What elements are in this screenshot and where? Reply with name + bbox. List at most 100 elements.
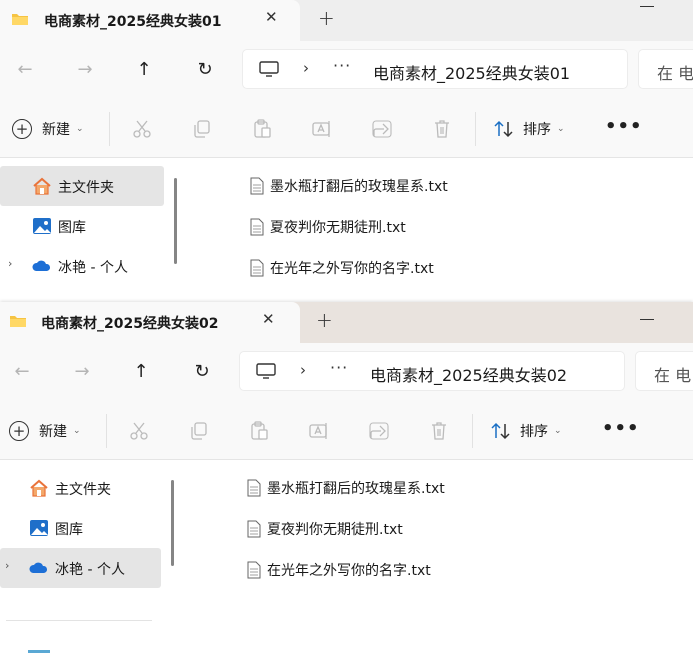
new-button[interactable]: + 新建 ⌄ bbox=[12, 118, 84, 140]
gallery-icon bbox=[33, 218, 51, 234]
sort-button[interactable]: 排序 ⌄ bbox=[490, 420, 562, 442]
chevron-down-icon: ⌄ bbox=[554, 426, 562, 436]
up-arrow-icon[interactable]: ↑ bbox=[132, 57, 156, 81]
tab-active[interactable]: 电商素材_2025经典女装01 ✕ bbox=[0, 0, 300, 41]
cut-icon[interactable] bbox=[131, 118, 153, 140]
new-button[interactable]: + 新建 ⌄ bbox=[9, 420, 81, 442]
divider bbox=[109, 112, 110, 146]
close-tab-icon[interactable]: ✕ bbox=[265, 8, 278, 26]
file-name: 在光年之外写你的名字.txt bbox=[267, 563, 431, 579]
command-bar: + 新建 ⌄ 排序 ⌄ ••• bbox=[0, 98, 693, 158]
chevron-down-icon: ⌄ bbox=[557, 124, 565, 134]
refresh-icon[interactable]: ↻ bbox=[190, 359, 214, 383]
forward-arrow-icon[interactable]: → bbox=[70, 359, 94, 383]
minimize-button[interactable] bbox=[640, 6, 654, 7]
file-list: 墨水瓶打翻后的玫瑰星系.txt 夏夜判你无期徒刑.txt 在光年之外写你的名字.… bbox=[181, 460, 690, 653]
file-name: 夏夜判你无期徒刑.txt bbox=[270, 220, 406, 236]
paste-icon[interactable] bbox=[251, 118, 273, 140]
home-icon bbox=[33, 177, 51, 195]
file-name: 夏夜判你无期徒刑.txt bbox=[267, 522, 403, 538]
rename-icon[interactable] bbox=[308, 420, 330, 442]
file-item[interactable]: 在光年之外写你的名字.txt bbox=[247, 558, 431, 582]
share-icon[interactable] bbox=[371, 118, 393, 140]
sidebar-item-home[interactable]: 主文件夹 bbox=[0, 468, 161, 508]
address-bar[interactable]: › ··· 电商素材_2025经典女装01 bbox=[242, 49, 628, 89]
more-options-icon[interactable]: ••• bbox=[602, 418, 640, 439]
chevron-down-icon: ⌄ bbox=[73, 426, 81, 436]
text-file-icon bbox=[250, 177, 264, 195]
sort-arrows-icon bbox=[491, 422, 510, 440]
up-arrow-icon[interactable]: ↑ bbox=[129, 359, 153, 383]
file-item[interactable]: 在光年之外写你的名字.txt bbox=[250, 256, 434, 280]
sidebar-item-label: 图库 bbox=[58, 220, 86, 236]
back-arrow-icon[interactable]: ← bbox=[13, 57, 37, 81]
delete-icon[interactable] bbox=[428, 420, 450, 442]
copy-icon[interactable] bbox=[188, 420, 210, 442]
search-placeholder: 在 电 bbox=[654, 366, 692, 385]
sidebar-item-gallery[interactable]: 图库 bbox=[0, 508, 161, 548]
divider bbox=[472, 414, 473, 448]
more-horizontal-icon[interactable]: ··· bbox=[330, 358, 348, 377]
onedrive-cloud-icon bbox=[32, 260, 51, 271]
plus-circle-icon: + bbox=[12, 119, 32, 139]
chevron-right-icon[interactable]: › bbox=[8, 257, 12, 270]
tab-title: 电商素材_2025经典女装01 bbox=[44, 14, 222, 30]
file-name: 墨水瓶打翻后的玫瑰星系.txt bbox=[267, 481, 445, 497]
sidebar-item-label: 主文件夹 bbox=[55, 482, 111, 498]
sidebar-item-onedrive[interactable]: › 冰艳 - 个人 bbox=[0, 246, 164, 286]
file-item[interactable]: 夏夜判你无期徒刑.txt bbox=[247, 517, 403, 541]
explorer-window-1: 电商素材_2025经典女装01 ✕ + ← → ↑ ↻ › ··· 电商素材_2… bbox=[0, 0, 693, 302]
chevron-right-icon[interactable]: › bbox=[5, 559, 9, 572]
sidebar-item-onedrive[interactable]: › 冰艳 - 个人 bbox=[0, 548, 161, 588]
address-path[interactable]: 电商素材_2025经典女装02 bbox=[370, 362, 567, 386]
navigation-pane: 主文件夹 图库 › 冰艳 - 个人 bbox=[0, 158, 183, 302]
text-file-icon bbox=[247, 520, 261, 538]
refresh-icon[interactable]: ↻ bbox=[193, 57, 217, 81]
sort-label: 排序 bbox=[523, 122, 551, 138]
file-item[interactable]: 夏夜判你无期徒刑.txt bbox=[250, 215, 406, 239]
address-bar[interactable]: › ··· 电商素材_2025经典女装02 bbox=[239, 351, 625, 391]
close-tab-icon[interactable]: ✕ bbox=[262, 310, 275, 328]
sidebar-item-home[interactable]: 主文件夹 bbox=[0, 166, 164, 206]
tab-bar: 电商素材_2025经典女装02 ✕ + bbox=[0, 302, 693, 343]
command-bar: + 新建 ⌄ 排序 ⌄ ••• bbox=[0, 400, 693, 460]
more-options-icon[interactable]: ••• bbox=[605, 116, 643, 137]
explorer-window-2: 电商素材_2025经典女装02 ✕ + ← → ↑ ↻ › ··· 电商素材_2… bbox=[0, 302, 693, 653]
paste-icon[interactable] bbox=[248, 420, 270, 442]
text-file-icon bbox=[247, 561, 261, 579]
folder-icon bbox=[12, 14, 28, 25]
back-arrow-icon[interactable]: ← bbox=[10, 359, 34, 383]
sidebar-item-gallery[interactable]: 图库 bbox=[0, 206, 164, 246]
file-item[interactable]: 墨水瓶打翻后的玫瑰星系.txt bbox=[247, 476, 445, 500]
rename-icon[interactable] bbox=[311, 118, 333, 140]
onedrive-cloud-icon bbox=[29, 562, 48, 573]
search-input[interactable]: 在 电 bbox=[635, 351, 693, 391]
chevron-right-icon[interactable]: › bbox=[300, 361, 306, 379]
file-item[interactable]: 墨水瓶打翻后的玫瑰星系.txt bbox=[250, 174, 448, 198]
monitor-icon bbox=[259, 61, 279, 77]
divider bbox=[106, 414, 107, 448]
sort-button[interactable]: 排序 ⌄ bbox=[493, 118, 565, 140]
sidebar-item-label: 冰艳 - 个人 bbox=[58, 260, 128, 276]
divider bbox=[6, 620, 152, 621]
navigation-bar: ← → ↑ ↻ › ··· 电商素材_2025经典女装01 在 电 bbox=[0, 41, 693, 98]
search-input[interactable]: 在 电 bbox=[638, 49, 693, 89]
chevron-right-icon[interactable]: › bbox=[303, 59, 309, 77]
text-file-icon bbox=[250, 259, 264, 277]
navigation-bar: ← → ↑ ↻ › ··· 电商素材_2025经典女装02 在 电 bbox=[0, 343, 693, 400]
new-tab-button[interactable]: + bbox=[318, 6, 335, 30]
tab-active[interactable]: 电商素材_2025经典女装02 ✕ bbox=[0, 302, 300, 343]
copy-icon[interactable] bbox=[191, 118, 213, 140]
delete-icon[interactable] bbox=[431, 118, 453, 140]
scrollbar[interactable] bbox=[174, 178, 177, 264]
more-horizontal-icon[interactable]: ··· bbox=[333, 56, 351, 75]
share-icon[interactable] bbox=[368, 420, 390, 442]
monitor-icon bbox=[256, 363, 276, 379]
scrollbar[interactable] bbox=[171, 480, 174, 566]
minimize-button[interactable] bbox=[640, 319, 654, 320]
folder-icon bbox=[10, 316, 26, 327]
forward-arrow-icon[interactable]: → bbox=[73, 57, 97, 81]
address-path[interactable]: 电商素材_2025经典女装01 bbox=[373, 60, 570, 84]
cut-icon[interactable] bbox=[128, 420, 150, 442]
new-tab-button[interactable]: + bbox=[316, 308, 333, 332]
